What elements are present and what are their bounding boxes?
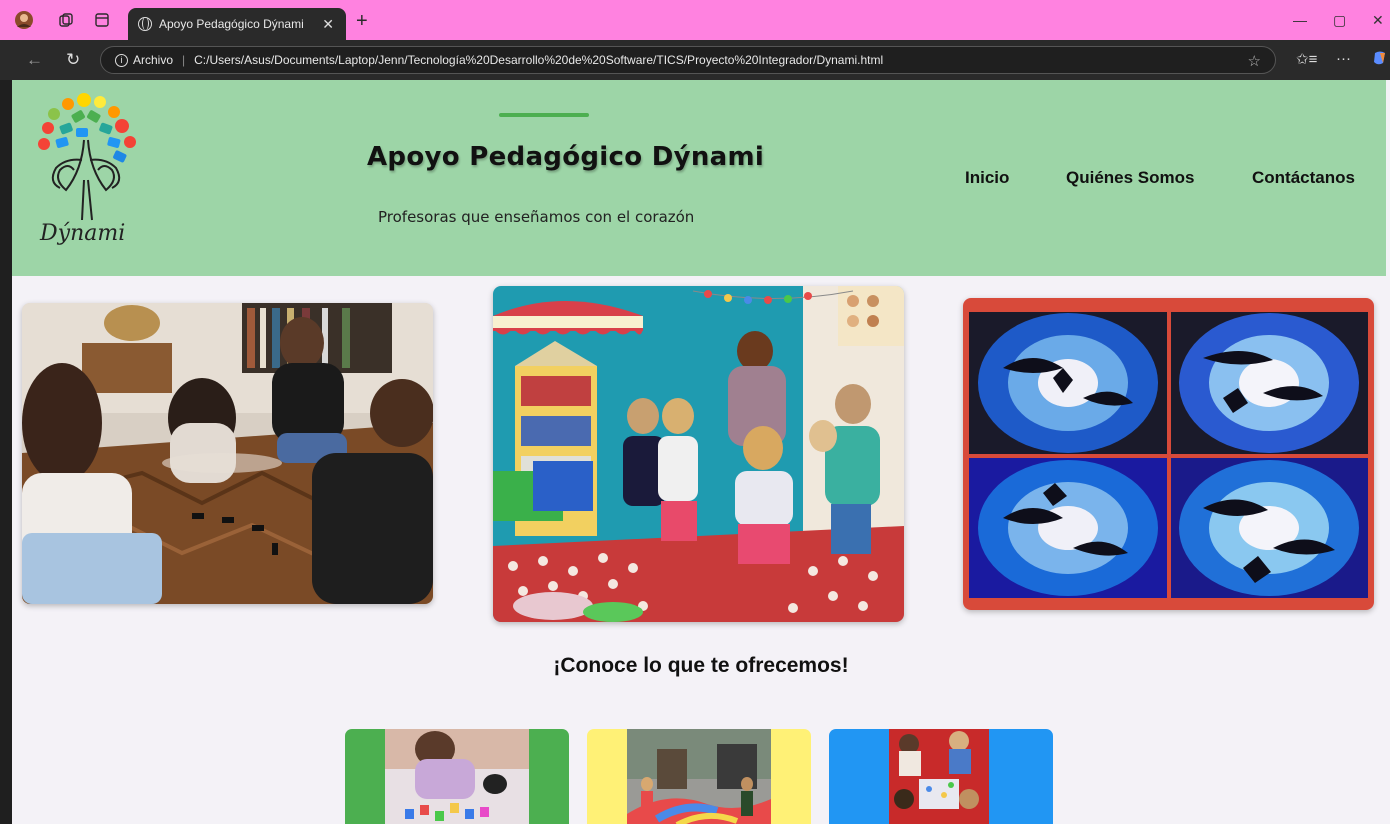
page-scrollbar[interactable] xyxy=(1386,80,1390,824)
more-icon[interactable]: ··· xyxy=(1336,50,1351,67)
copilot-icon[interactable] xyxy=(1372,50,1388,70)
service-card-2-image xyxy=(627,729,771,824)
service-card-3[interactable] xyxy=(829,729,1053,824)
site-subtitle: Profesoras que enseñamos con el corazón xyxy=(378,208,695,226)
service-card-1-image xyxy=(385,729,529,824)
photo-teacher-circle xyxy=(493,286,904,622)
star-icon[interactable]: ☆ xyxy=(1248,52,1261,70)
window-close-icon[interactable]: ✕ xyxy=(1372,12,1384,29)
web-page: Dýnami Apoyo Pedagógico Dýnami Profesora… xyxy=(12,80,1390,824)
url-text: C:/Users/Asus/Documents/Laptop/Jenn/Tecn… xyxy=(194,53,884,67)
dynami-logo[interactable]: Dýnami xyxy=(26,90,156,260)
globe-icon xyxy=(138,17,152,31)
nav-quienes-somos[interactable]: Quiénes Somos xyxy=(1066,168,1194,188)
browser-tab-strip: Apoyo Pedagógico Dýnami ✕ + — ▢ ✕ xyxy=(0,0,1390,40)
restore-icon[interactable]: ▢ xyxy=(1333,12,1346,29)
nav-inicio[interactable]: Inicio xyxy=(965,168,1009,188)
site-title: Apoyo Pedagógico Dýnami xyxy=(367,142,765,172)
nav-contactanos[interactable]: Contáctanos xyxy=(1252,168,1355,188)
site-header: Dýnami Apoyo Pedagógico Dýnami Profesora… xyxy=(12,80,1390,276)
service-card-3-image xyxy=(889,729,989,824)
photo-children-dominoes xyxy=(22,303,433,604)
tab-actions-icon[interactable] xyxy=(92,10,112,30)
tab-title: Apoyo Pedagógico Dýnami xyxy=(159,17,304,31)
address-bar-row: ← ↻ i Archivo | C:/Users/Asus/Documents/… xyxy=(0,40,1390,80)
reload-icon[interactable]: ↻ xyxy=(66,50,80,70)
new-tab-icon[interactable]: + xyxy=(356,10,368,33)
url-prefix: Archivo xyxy=(133,53,174,67)
back-icon[interactable]: ← xyxy=(26,50,43,70)
workspaces-icon[interactable] xyxy=(56,10,76,30)
services-section-title: ¡Conoce lo que te ofrecemos! xyxy=(553,654,849,677)
browser-tab-active[interactable]: Apoyo Pedagógico Dýnami ✕ xyxy=(128,8,346,40)
favorites-icon[interactable]: ✩≡ xyxy=(1296,50,1317,68)
service-card-1[interactable] xyxy=(345,729,569,824)
info-icon[interactable]: i xyxy=(115,53,128,67)
profile-avatar-icon[interactable] xyxy=(14,10,34,30)
minimize-icon[interactable]: — xyxy=(1293,12,1307,28)
photo-ocean-artwork xyxy=(963,298,1374,610)
address-bar[interactable]: i Archivo | C:/Users/Asus/Documents/Lapt… xyxy=(100,46,1276,74)
close-tab-icon[interactable]: ✕ xyxy=(322,16,334,33)
service-card-2[interactable] xyxy=(587,729,811,824)
header-accent-rule xyxy=(499,113,589,117)
logo-wordmark: Dýnami xyxy=(39,221,125,246)
url-separator: | xyxy=(182,53,186,67)
